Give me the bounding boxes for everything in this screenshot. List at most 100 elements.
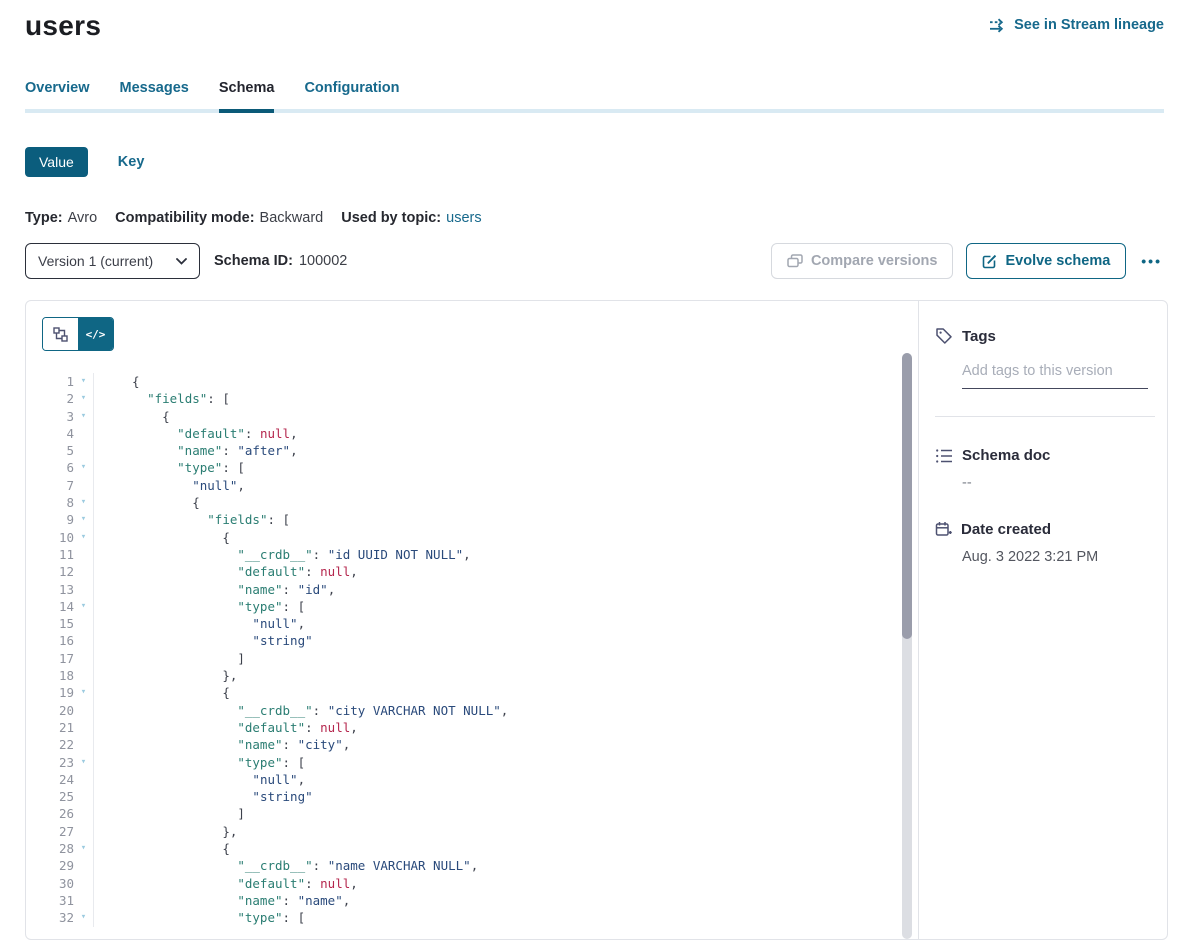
code-line: 28▾ { (26, 840, 918, 857)
date-created-title: Date created (961, 521, 1051, 538)
fold-gutter (74, 667, 94, 684)
code-line-text: { (94, 529, 230, 546)
topic-link[interactable]: users (446, 210, 481, 226)
code-line: 27 }, (26, 823, 918, 840)
tab-configuration[interactable]: Configuration (304, 80, 399, 113)
stream-lineage-icon (989, 18, 1007, 33)
schema-doc-heading: Schema doc (935, 447, 1149, 464)
code-line: 5 "name": "after", (26, 442, 918, 459)
fold-gutter (74, 563, 94, 580)
tree-view-button[interactable] (43, 318, 78, 350)
editor-scrollbar-track[interactable] (902, 353, 912, 939)
code-line: 17 ] (26, 650, 918, 667)
fold-toggle-icon[interactable]: ▾ (74, 459, 94, 476)
line-number: 29 (26, 857, 74, 874)
fold-toggle-icon[interactable]: ▾ (74, 754, 94, 771)
line-number: 8 (26, 494, 74, 511)
line-number: 31 (26, 892, 74, 909)
fold-gutter (74, 581, 94, 598)
evolve-schema-button[interactable]: Evolve schema (966, 243, 1126, 279)
code-line: 14▾ "type": [ (26, 598, 918, 615)
line-number: 21 (26, 719, 74, 736)
code-line-text: "null", (94, 477, 245, 494)
fold-gutter (74, 823, 94, 840)
code-view-button[interactable]: </> (78, 318, 113, 350)
tags-input[interactable] (962, 361, 1148, 389)
code-line: 23▾ "type": [ (26, 754, 918, 771)
fold-gutter (74, 736, 94, 753)
page-title: users (25, 10, 101, 42)
fold-gutter (74, 771, 94, 788)
editor-scrollbar-thumb[interactable] (902, 353, 912, 639)
line-number: 18 (26, 667, 74, 684)
code-line: 20 "__crdb__": "city VARCHAR NOT NULL", (26, 702, 918, 719)
tab-schema[interactable]: Schema (219, 80, 275, 113)
line-number: 24 (26, 771, 74, 788)
fold-toggle-icon[interactable]: ▾ (74, 408, 94, 425)
value-toggle-button[interactable]: Value (25, 147, 88, 177)
tab-messages[interactable]: Messages (120, 80, 189, 113)
editor-view-toggle: </> (42, 317, 114, 351)
code-line: 1▾{ (26, 373, 918, 390)
fold-toggle-icon[interactable]: ▾ (74, 511, 94, 528)
fold-toggle-icon[interactable]: ▾ (74, 529, 94, 546)
line-number: 20 (26, 702, 74, 719)
fold-gutter (74, 805, 94, 822)
fold-toggle-icon[interactable]: ▾ (74, 684, 94, 701)
code-line: 19▾ { (26, 684, 918, 701)
schema-panel: </> 1▾{2▾ "fields": [3▾ {4 "default": nu… (25, 300, 1168, 940)
stream-lineage-link[interactable]: See in Stream lineage (989, 17, 1164, 33)
type-value: Avro (68, 210, 98, 226)
fold-gutter (74, 442, 94, 459)
schema-doc-value: -- (962, 475, 1149, 491)
line-number: 4 (26, 425, 74, 442)
fold-toggle-icon[interactable]: ▾ (74, 390, 94, 407)
code-line-text: ] (94, 805, 245, 822)
fold-gutter (74, 719, 94, 736)
code-line: 8▾ { (26, 494, 918, 511)
fold-toggle-icon[interactable]: ▾ (74, 598, 94, 615)
chevron-down-icon (176, 258, 187, 265)
code-line-text: "default": null, (94, 425, 298, 442)
more-options-button[interactable]: ••• (1139, 253, 1164, 269)
code-line-text: "name": "city", (94, 736, 350, 753)
fold-gutter (74, 857, 94, 874)
list-icon (935, 448, 953, 464)
code-line: 9▾ "fields": [ (26, 511, 918, 528)
code-line-text: "default": null, (94, 719, 358, 736)
code-line: 18 }, (26, 667, 918, 684)
fold-gutter (74, 477, 94, 494)
calendar-add-icon (935, 521, 952, 538)
fold-toggle-icon[interactable]: ▾ (74, 840, 94, 857)
tab-overview[interactable]: Overview (25, 80, 90, 113)
code-line-text: }, (94, 823, 237, 840)
code-line-text: { (94, 494, 200, 511)
fold-toggle-icon[interactable]: ▾ (74, 494, 94, 511)
fold-gutter (74, 875, 94, 892)
code-line-text: "string" (94, 788, 313, 805)
line-number: 17 (26, 650, 74, 667)
code-line-text: "name": "id", (94, 581, 335, 598)
code-line: 24 "null", (26, 771, 918, 788)
page-header: users See in Stream lineage (0, 0, 1189, 42)
fold-toggle-icon[interactable]: ▾ (74, 373, 94, 390)
version-select[interactable]: Version 1 (current) (25, 243, 200, 279)
used-by-topic: Used by topic: users (341, 210, 481, 226)
key-toggle-button[interactable]: Key (118, 154, 145, 170)
fold-gutter (74, 425, 94, 442)
code-line-text: "name": "name", (94, 892, 350, 909)
fold-toggle-icon[interactable]: ▾ (74, 909, 94, 926)
version-select-value: Version 1 (current) (38, 253, 153, 269)
compatibility-label: Compatibility mode: (115, 210, 254, 226)
code-line: 31 "name": "name", (26, 892, 918, 909)
line-number: 1 (26, 373, 74, 390)
evolve-schema-label: Evolve schema (1005, 253, 1110, 269)
tags-heading: Tags (935, 327, 1149, 345)
schema-code-area: </> 1▾{2▾ "fields": [3▾ {4 "default": nu… (26, 301, 919, 939)
code-line: 4 "default": null, (26, 425, 918, 442)
compare-versions-label: Compare versions (811, 253, 938, 269)
fold-gutter (74, 650, 94, 667)
compare-versions-button[interactable]: Compare versions (771, 243, 954, 279)
line-number: 12 (26, 563, 74, 580)
schema-doc-title: Schema doc (962, 447, 1050, 464)
